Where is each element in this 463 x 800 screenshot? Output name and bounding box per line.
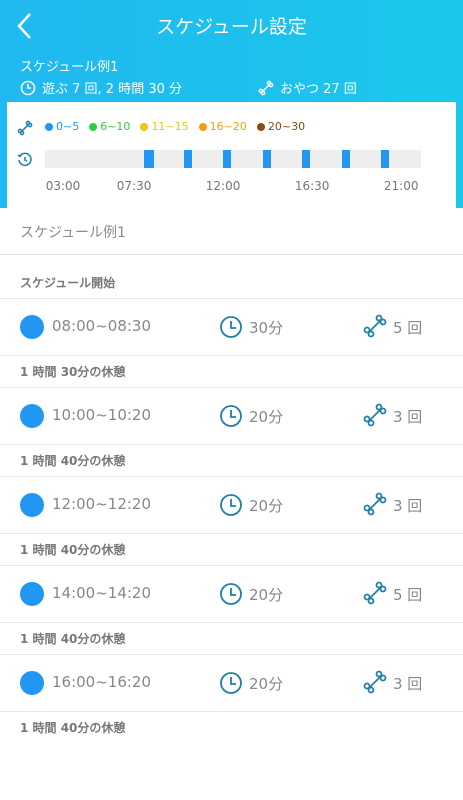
clock-icon — [219, 671, 243, 699]
treat-summary-text: おやつ 27 回 — [280, 82, 357, 97]
rest-interval: 1 時間 40分の休憩 — [20, 454, 126, 468]
session-duration: 20分 — [249, 586, 284, 604]
clock-icon — [219, 404, 243, 432]
page-title: スケジュール設定 — [156, 16, 307, 38]
clock-icon — [219, 493, 243, 521]
treat-count: 3 回 — [393, 497, 423, 515]
session-bar — [381, 150, 390, 168]
rest-interval: 1 時間 40分の休憩 — [20, 721, 126, 735]
treat-level-dot — [20, 671, 44, 695]
legend-dot — [89, 122, 98, 131]
treat-level-dot — [20, 493, 44, 517]
clock-icon — [20, 80, 36, 95]
schedule-name-label: スケジュール例1 — [20, 60, 119, 75]
session-time: 12:00~12:20 — [52, 495, 152, 513]
rest-interval: 1 時間 40分の休憩 — [20, 632, 126, 646]
rest-interval: 1 時間 30分の休憩 — [20, 365, 126, 379]
timeline-tick-label: 21:00 — [383, 179, 419, 193]
bone-icon — [362, 402, 388, 432]
timeline-tick-label: 16:30 — [294, 179, 330, 193]
treat-count: 5 回 — [393, 319, 423, 337]
legend-dot — [198, 122, 207, 131]
bone-icon — [362, 580, 388, 610]
treat-legend: 0~5 6~10 11~15 16~20 20~30 — [45, 120, 305, 133]
timeline-tick-label: 03:00 — [45, 179, 81, 193]
bone-icon — [362, 313, 388, 343]
session-duration: 20分 — [249, 408, 284, 426]
schedule-chart-card: 0~5 6~10 11~15 16~20 20~30 03:00 07:30 12:… — [7, 102, 456, 208]
clock-icon — [219, 315, 243, 343]
legend-dot — [140, 122, 149, 131]
bone-icon — [17, 120, 33, 136]
session-bar — [302, 150, 311, 168]
treat-count: 3 回 — [393, 675, 423, 693]
timeline-tick-label: 12:00 — [205, 179, 241, 193]
treat-count: 3 回 — [393, 408, 423, 426]
legend-item-4: 20~30 — [256, 120, 306, 133]
legend-item-3: 16~20 — [198, 120, 247, 133]
schedule-row[interactable]: 16:00~16:20 20分 3 回 — [0, 654, 463, 712]
treat-level-dot — [20, 404, 44, 428]
session-time: 08:00~08:30 — [52, 317, 152, 335]
legend-label: 0~5 — [56, 120, 80, 133]
session-time: 16:00~16:20 — [52, 673, 152, 691]
timeline-track — [45, 150, 421, 168]
session-bar — [262, 150, 271, 168]
legend-dot — [256, 122, 265, 131]
session-bar — [143, 150, 154, 168]
schedule-row[interactable]: 10:00~10:20 20分 3 回 — [0, 387, 463, 445]
session-duration: 30分 — [249, 319, 284, 337]
session-duration: 20分 — [249, 675, 284, 693]
schedule-row[interactable]: 08:00~08:30 30分 5 回 — [0, 298, 463, 356]
session-duration: 20分 — [249, 497, 284, 515]
bone-icon — [362, 669, 388, 699]
legend-dot — [45, 122, 53, 131]
rest-interval: 1 時間 40分の休憩 — [20, 543, 126, 557]
session-time: 10:00~10:20 — [52, 406, 152, 424]
schedule-row[interactable]: 14:00~14:20 20分 5 回 — [0, 565, 463, 623]
session-bar — [183, 150, 192, 168]
schedule-name-value: スケジュール例1 — [20, 225, 126, 241]
legend-item-1: 6~10 — [89, 120, 130, 133]
legend-item-0: 0~5 — [45, 120, 79, 133]
play-summary: 遊ぶ 7 回, 2 時間 30 分 — [20, 78, 182, 97]
clock-icon — [219, 582, 243, 610]
bone-icon — [258, 80, 274, 95]
timeline-tick-label: 07:30 — [116, 179, 152, 193]
schedule-start-label: スケジュール開始 — [20, 276, 116, 290]
treat-level-dot — [20, 582, 44, 606]
legend-item-2: 11~15 — [140, 120, 189, 133]
play-summary-text: 遊ぶ 7 回, 2 時間 30 分 — [42, 82, 183, 97]
session-bar — [223, 150, 232, 168]
legend-label: 11~15 — [151, 120, 189, 133]
session-bar — [341, 150, 350, 168]
legend-label: 20~30 — [267, 120, 306, 133]
legend-label: 6~10 — [100, 120, 131, 133]
session-time: 14:00~14:20 — [52, 584, 152, 602]
schedule-name-field[interactable]: スケジュール例1 — [0, 208, 463, 255]
treat-level-dot — [20, 315, 44, 339]
treat-summary: おやつ 27 回 — [258, 78, 357, 97]
schedule-row[interactable]: 12:00~12:20 20分 3 回 — [0, 476, 463, 534]
history-icon — [17, 152, 32, 167]
legend-label: 16~20 — [209, 120, 247, 133]
treat-count: 5 回 — [393, 586, 423, 604]
bone-icon — [362, 491, 388, 521]
